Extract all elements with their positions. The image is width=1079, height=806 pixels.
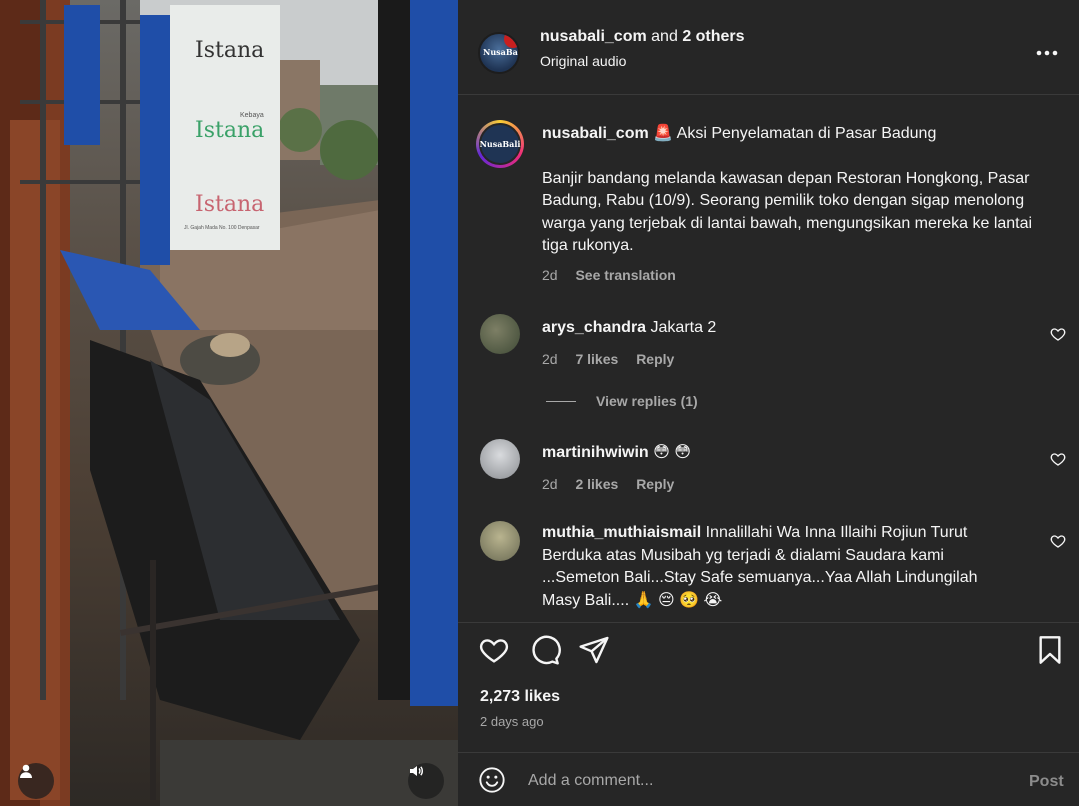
comment-text: Jakarta 2	[650, 319, 717, 336]
comment-username[interactable]: muthia_muthiaismail	[542, 524, 701, 541]
heart-icon[interactable]	[1050, 326, 1066, 342]
sign-istana-2: Istana	[195, 118, 265, 143]
post-comment-button[interactable]: Post	[1029, 773, 1064, 791]
see-translation-link[interactable]: See translation	[575, 267, 675, 283]
original-audio-link[interactable]: Original audio	[540, 53, 626, 69]
caption-avatar[interactable]: NusaBali	[476, 120, 524, 168]
comment-time: 2d	[542, 475, 558, 492]
comment-username[interactable]: martinihwiwin	[542, 444, 649, 461]
caption-body: Banjir bandang melanda kawasan depan Res…	[542, 169, 1033, 255]
view-replies-button[interactable]: View replies (1)	[546, 393, 698, 409]
sign-istana-3: Istana	[195, 192, 265, 217]
sign-kebaya: Kebaya	[240, 112, 264, 119]
like-heart-icon[interactable]	[478, 634, 510, 666]
share-send-icon[interactable]	[578, 634, 610, 666]
caption-time: 2d	[542, 266, 558, 283]
header-joiner: and	[651, 28, 678, 45]
header-username-line: nusabali_com and 2 others	[540, 28, 745, 46]
more-options-button[interactable]	[1036, 36, 1058, 62]
post-header: NusaBali nusabali_com and 2 others Origi…	[458, 0, 1079, 94]
post-time-ago[interactable]: 2 days ago	[480, 714, 544, 729]
comment-time: 2d	[542, 350, 558, 367]
heart-icon[interactable]	[1050, 533, 1066, 549]
comment-bubble-icon[interactable]	[529, 634, 561, 666]
comment-avatar[interactable]	[480, 439, 520, 479]
add-comment-bar: Post	[458, 752, 1079, 806]
reply-button[interactable]: Reply	[636, 476, 674, 492]
user-tag-button[interactable]	[18, 763, 54, 799]
comment-text: 😳 😳	[653, 444, 691, 461]
header-username[interactable]: nusabali_com	[540, 28, 647, 45]
actions-divider	[458, 622, 1079, 623]
video-player[interactable]: Istana Istana Kebaya Istana Jl. Gajah Ma…	[0, 0, 458, 806]
comment-emojis: 🙏 😔 🥺 😭	[633, 591, 723, 609]
header-avatar[interactable]: NusaBali	[478, 32, 520, 74]
comment-avatar[interactable]	[480, 521, 520, 561]
header-others[interactable]: 2 others	[682, 28, 744, 45]
reply-button[interactable]: Reply	[636, 351, 674, 367]
comment-input[interactable]	[528, 766, 1008, 796]
user-icon	[20, 764, 32, 778]
comment-likes[interactable]: 7 likes	[575, 351, 618, 367]
audio-toggle-button[interactable]	[408, 763, 444, 799]
post-caption: nusabali_com 🚨 Aksi Penyelamatan di Pasa…	[542, 123, 1062, 286]
comment-likes[interactable]: 2 likes	[575, 476, 618, 492]
likes-count[interactable]: 2,273 likes	[480, 688, 560, 706]
comment-avatar[interactable]	[480, 314, 520, 354]
heart-icon[interactable]	[1050, 451, 1066, 467]
bookmark-icon[interactable]	[1034, 634, 1066, 666]
header-divider	[458, 94, 1079, 95]
more-icon	[1036, 50, 1058, 56]
emoji-smile-icon[interactable]	[478, 766, 506, 794]
speaker-icon	[410, 766, 423, 776]
action-bar	[458, 634, 1079, 670]
caption-username[interactable]: nusabali_com	[542, 125, 649, 142]
caption-title: 🚨 Aksi Penyelamatan di Pasar Badung	[653, 125, 937, 142]
sign-istana-1: Istana	[195, 38, 265, 63]
sign-address: Jl. Gajah Mada No. 100 Denpasar	[184, 225, 260, 231]
post-side-panel: NusaBali nusabali_com and 2 others Origi…	[458, 0, 1079, 806]
comment-username[interactable]: arys_chandra	[542, 319, 646, 336]
